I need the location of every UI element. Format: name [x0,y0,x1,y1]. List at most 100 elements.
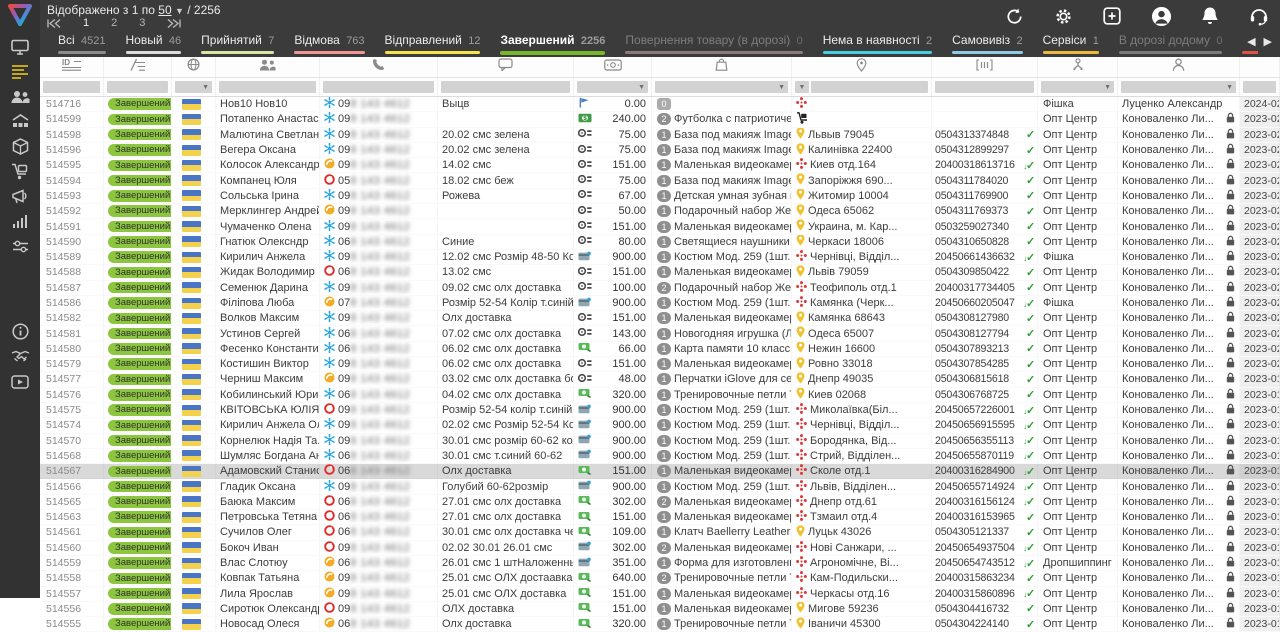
column-header-product[interactable] [652,57,792,77]
tabs-scroll-right-icon[interactable]: ▶ [1264,35,1272,48]
filter-comment-input[interactable] [441,81,570,93]
marketing-megaphone-icon[interactable] [0,184,40,209]
notifications-bell-icon[interactable] [1199,5,1221,27]
order-row-514588[interactable]: 514588ЗавершенийЖидак Володимир068 143 4… [40,265,1280,280]
page-button-2[interactable]: 2 [111,17,117,29]
order-row-514599[interactable]: 514599ЗавершенийПотапенко Анастас...098 … [40,112,1280,127]
filter-date-input[interactable] [1243,81,1276,93]
first-page-button[interactable] [47,19,61,28]
tab-повернення-товару-в-дорозі-[interactable]: Повернення товару (в дорозі) 0 [625,33,802,57]
account-icon[interactable] [1150,5,1172,27]
order-row-514596[interactable]: 514596ЗавершенийВегера Оксана098 143 461… [40,143,1280,158]
order-row-514593[interactable]: 514593ЗавершенийСольська Ірина098 143 46… [40,189,1280,204]
filter-name-input[interactable] [219,81,316,93]
filter-city-input[interactable] [811,81,928,93]
order-row-514567[interactable]: 514567ЗавершенийАдамовский Станис...068 … [40,464,1280,479]
order-row-514586[interactable]: 514586ЗавершенийФіліпова Люба078 143 461… [40,296,1280,311]
last-page-button[interactable] [167,19,181,28]
column-header-status[interactable] [104,57,172,77]
order-row-514557[interactable]: 514557ЗавершенийЛила Ярослав098 143 4612… [40,587,1280,602]
order-row-514575[interactable]: 514575ЗавершенийКВІТОВСЬКА ЮЛІЯ098 143 4… [40,403,1280,418]
purchases-cart-icon[interactable] [0,159,40,184]
tabs-scroll-left-icon[interactable]: ◀ [1247,35,1255,48]
order-row-514580[interactable]: 514580ЗавершенийФесенко Константин068 14… [40,342,1280,357]
order-row-514716[interactable]: 514716ЗавершенийНов10 Нов10098 143 4612В… [40,97,1280,112]
order-row-514559[interactable]: 514559ЗавершенийВлас Слотюу068 143 46122… [40,556,1280,571]
order-row-514577[interactable]: 514577ЗавершенийЧерниш Максим098 143 461… [40,372,1280,387]
tab-завершений[interactable]: Завершений 2256 [500,33,605,57]
tab-новый[interactable]: Новый 46 [126,33,182,57]
tab-нема-в-наявності[interactable]: Нема в наявності 2 [823,33,932,57]
order-row-514587[interactable]: 514587ЗавершенийСеменюк Дарина098 143 46… [40,281,1280,296]
order-row-514568[interactable]: 514568ЗавершенийШумляс Богдана Ан...068 … [40,449,1280,464]
page-button-1[interactable]: 1 [83,17,89,29]
tab-прийнятий[interactable]: Прийнятий 7 [201,33,274,57]
column-header-id[interactable]: ID [40,57,104,77]
tab-сервіси[interactable]: Сервіси 1 [1043,33,1099,57]
column-header-price[interactable] [574,57,652,77]
column-header-name[interactable] [216,57,320,77]
settings-gear-icon[interactable] [1052,5,1074,27]
filter-phone-input[interactable] [323,81,434,93]
filter-city-type-dropdown[interactable]: ▼ [795,81,809,93]
order-row-514574[interactable]: 514574ЗавершенийКирилич Анжела Ол...098 … [40,418,1280,433]
filter-status-input[interactable] [107,81,168,93]
order-row-514589[interactable]: 514589ЗавершенийКирилич Анжела098 143 46… [40,250,1280,265]
column-header-flag[interactable] [172,57,216,77]
order-row-514591[interactable]: 514591ЗавершенийЧумаченко Олена098 143 4… [40,219,1280,234]
order-row-514590[interactable]: 514590ЗавершенийГнатюк Олексндр068 143 4… [40,235,1280,250]
refresh-icon[interactable] [1003,5,1025,27]
order-row-514560[interactable]: 514560ЗавершенийБокоч Иван098 143 461202… [40,541,1280,556]
order-row-514579[interactable]: 514579ЗавершенийКостишин Виктор098 143 4… [40,357,1280,372]
column-header-mgr[interactable] [1118,57,1240,77]
partners-handshake-icon[interactable] [0,344,40,369]
info-icon[interactable] [0,319,40,344]
order-row-514558[interactable]: 514558ЗавершенийКовпак Татьяна098 143 46… [40,571,1280,586]
filter-price-dropdown[interactable]: ▼ [577,81,648,93]
chevron-down-icon[interactable]: ▼ [175,6,184,16]
dashboard-monitor-icon[interactable] [0,34,40,59]
filter-mgr-dropdown[interactable]: ▼ [1121,81,1236,93]
order-row-514598[interactable]: 514598ЗавершенийМалютина Светлана098 143… [40,128,1280,143]
tab-в-дорозі-додому[interactable]: В дорозі додому 0 [1119,33,1223,57]
column-header-track[interactable] [932,57,1038,77]
order-row-514581[interactable]: 514581ЗавершенийУстинов Сергей068 143 46… [40,326,1280,341]
order-row-514563[interactable]: 514563ЗавершенийПетровська Тетяна068 143… [40,510,1280,525]
order-row-514570[interactable]: 514570ЗавершенийКорнелюк Надія Та...098 … [40,434,1280,449]
tab-відправлений[interactable]: Відправлений 12 [385,33,481,57]
column-header-ff[interactable] [1038,57,1118,77]
order-row-514566[interactable]: 514566ЗавершенийГладик Оксана098 143 461… [40,479,1280,494]
customers-users-icon[interactable] [0,84,40,109]
orders-list-icon[interactable] [0,59,40,84]
add-order-icon[interactable] [1101,5,1123,27]
per-page-select[interactable]: 50 [158,3,171,17]
tutorials-video-icon[interactable] [0,369,40,394]
support-headset-icon[interactable] [1248,5,1270,27]
order-row-514594[interactable]: 514594ЗавершенийКомпанец Юля058 143 4612… [40,173,1280,188]
order-row-514561[interactable]: 514561ЗавершенийСучилов Олег068 143 4612… [40,525,1280,540]
app-logo[interactable] [0,0,40,30]
tab-всі[interactable]: Всі 4521 [58,33,106,57]
order-row-514576[interactable]: 514576ЗавершенийКобилинський Юрий068 143… [40,388,1280,403]
order-row-514556[interactable]: 514556ЗавершенийСиротюк Олександр098 143… [40,602,1280,617]
filter-ff-dropdown[interactable]: ▼ [1041,81,1114,93]
order-row-514582[interactable]: 514582ЗавершенийВолков Максим098 143 461… [40,311,1280,326]
column-header-city[interactable] [792,57,932,77]
filter-track-input[interactable] [935,81,1034,93]
order-row-514595[interactable]: 514595ЗавершенийКолосок Александр098 143… [40,158,1280,173]
statistics-chart-icon[interactable] [0,209,40,234]
filter-product-dropdown[interactable]: ▼ [655,81,788,93]
order-row-514592[interactable]: 514592ЗавершенийМерклингер Андрей098 143… [40,204,1280,219]
products-box-icon[interactable] [0,134,40,159]
integrations-sliders-icon[interactable] [0,234,40,259]
filter-id-input[interactable] [43,81,100,93]
column-header-comment[interactable] [438,57,574,77]
column-header-phone[interactable] [320,57,438,77]
order-row-514555[interactable]: 514555ЗавершенийНовосад Олеся068 143 461… [40,617,1280,632]
order-row-514565[interactable]: 514565ЗавершенийБаюка Максим068 143 4612… [40,495,1280,510]
structure-icon[interactable] [0,109,40,134]
column-header-date[interactable] [1240,57,1280,77]
tab-самовивіз[interactable]: Самовивіз 2 [952,33,1022,57]
page-button-3[interactable]: 3 [139,17,145,29]
filter-flag-dropdown[interactable]: ▼ [175,81,212,93]
